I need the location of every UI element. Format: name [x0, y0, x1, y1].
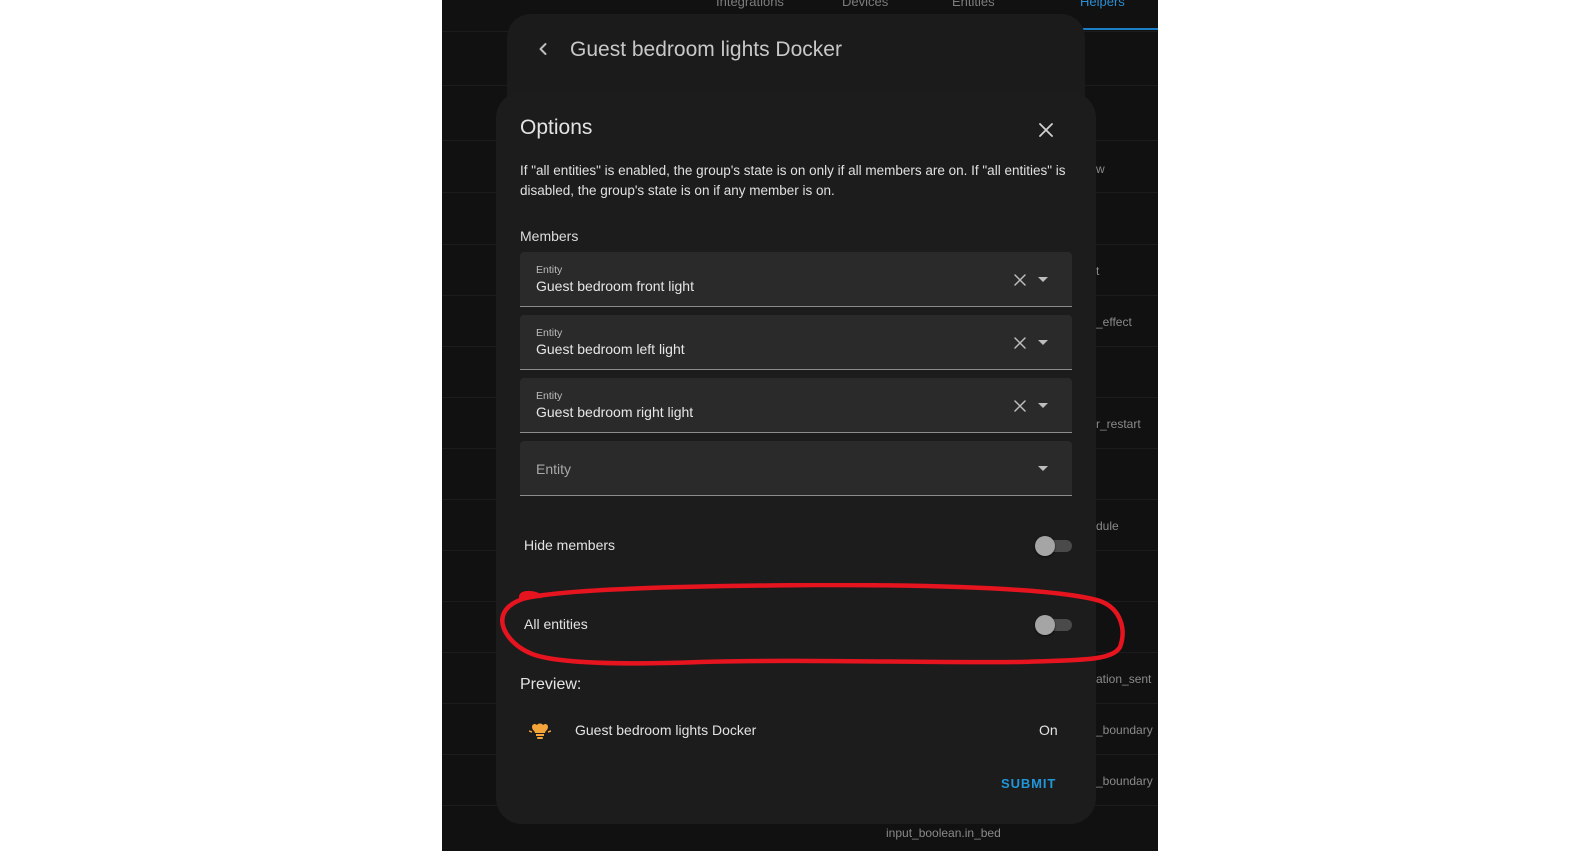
- entity-field-label: Entity: [536, 264, 563, 276]
- entity-picker-empty[interactable]: Entity: [520, 441, 1072, 496]
- all-entities-toggle[interactable]: [1035, 614, 1072, 635]
- clear-icon[interactable]: [1014, 274, 1026, 286]
- table-row[interactable]: r_restart: [1096, 417, 1141, 431]
- caret-down-icon[interactable]: [1038, 403, 1048, 409]
- toggle-thumb: [1035, 615, 1055, 635]
- tab-devices[interactable]: Devices: [842, 0, 888, 9]
- entity-field-placeholder: Entity: [536, 461, 572, 477]
- preview-entity-name: Guest bedroom lights Docker: [575, 722, 757, 738]
- preview-label: Preview:: [520, 676, 582, 693]
- all-entities-label: All entities: [524, 616, 588, 632]
- dialog-description: If "all entities" is enabled, the group'…: [520, 163, 1066, 198]
- options-dialog: Options If "all entities" is enabled, th…: [496, 92, 1096, 824]
- dialog-title: Options: [520, 116, 593, 139]
- entity-picker-left-light[interactable]: Entity Guest bedroom left light: [520, 315, 1072, 370]
- lightbulb-group-icon: [529, 723, 551, 739]
- entity-field-label: Entity: [536, 327, 563, 339]
- members-label: Members: [520, 228, 579, 244]
- tab-entities[interactable]: Entities: [952, 0, 995, 9]
- entity-field-value: Guest bedroom left light: [536, 341, 685, 357]
- tab-integrations[interactable]: Integrations: [716, 0, 784, 9]
- clear-icon[interactable]: [1014, 400, 1026, 412]
- entity-field-value: Guest bedroom front light: [536, 278, 694, 294]
- caret-down-icon[interactable]: [1038, 466, 1048, 472]
- table-row[interactable]: _effect: [1096, 315, 1132, 329]
- entity-field-label: Entity: [536, 390, 563, 402]
- table-row[interactable]: _boundary: [1096, 774, 1153, 788]
- page-title: Guest bedroom lights Docker: [570, 38, 842, 61]
- close-icon[interactable]: [1038, 122, 1054, 138]
- table-row[interactable]: dule: [1096, 519, 1119, 533]
- entity-picker-front-light[interactable]: Entity Guest bedroom front light: [520, 252, 1072, 307]
- clear-icon[interactable]: [1014, 337, 1026, 349]
- preview-entity-state: On: [1039, 722, 1058, 738]
- table-row[interactable]: _boundary: [1096, 723, 1153, 737]
- chevron-left-icon[interactable]: [534, 40, 552, 58]
- table-row[interactable]: ation_sent: [1096, 672, 1151, 686]
- table-row[interactable]: w: [1096, 162, 1105, 176]
- table-row[interactable]: input_boolean.in_bed: [886, 826, 1001, 840]
- tab-helpers[interactable]: Helpers: [1080, 0, 1125, 9]
- hide-members-label: Hide members: [524, 537, 616, 553]
- caret-down-icon[interactable]: [1038, 277, 1048, 283]
- toggle-thumb: [1035, 536, 1055, 556]
- submit-button[interactable]: SUBMIT: [1001, 776, 1056, 791]
- table-row[interactable]: t: [1096, 264, 1099, 278]
- caret-down-icon[interactable]: [1038, 340, 1048, 346]
- hide-members-toggle[interactable]: [1035, 535, 1072, 556]
- active-tab-indicator: [1082, 28, 1158, 30]
- entity-picker-right-light[interactable]: Entity Guest bedroom right light: [520, 378, 1072, 433]
- entity-field-value: Guest bedroom right light: [536, 404, 694, 420]
